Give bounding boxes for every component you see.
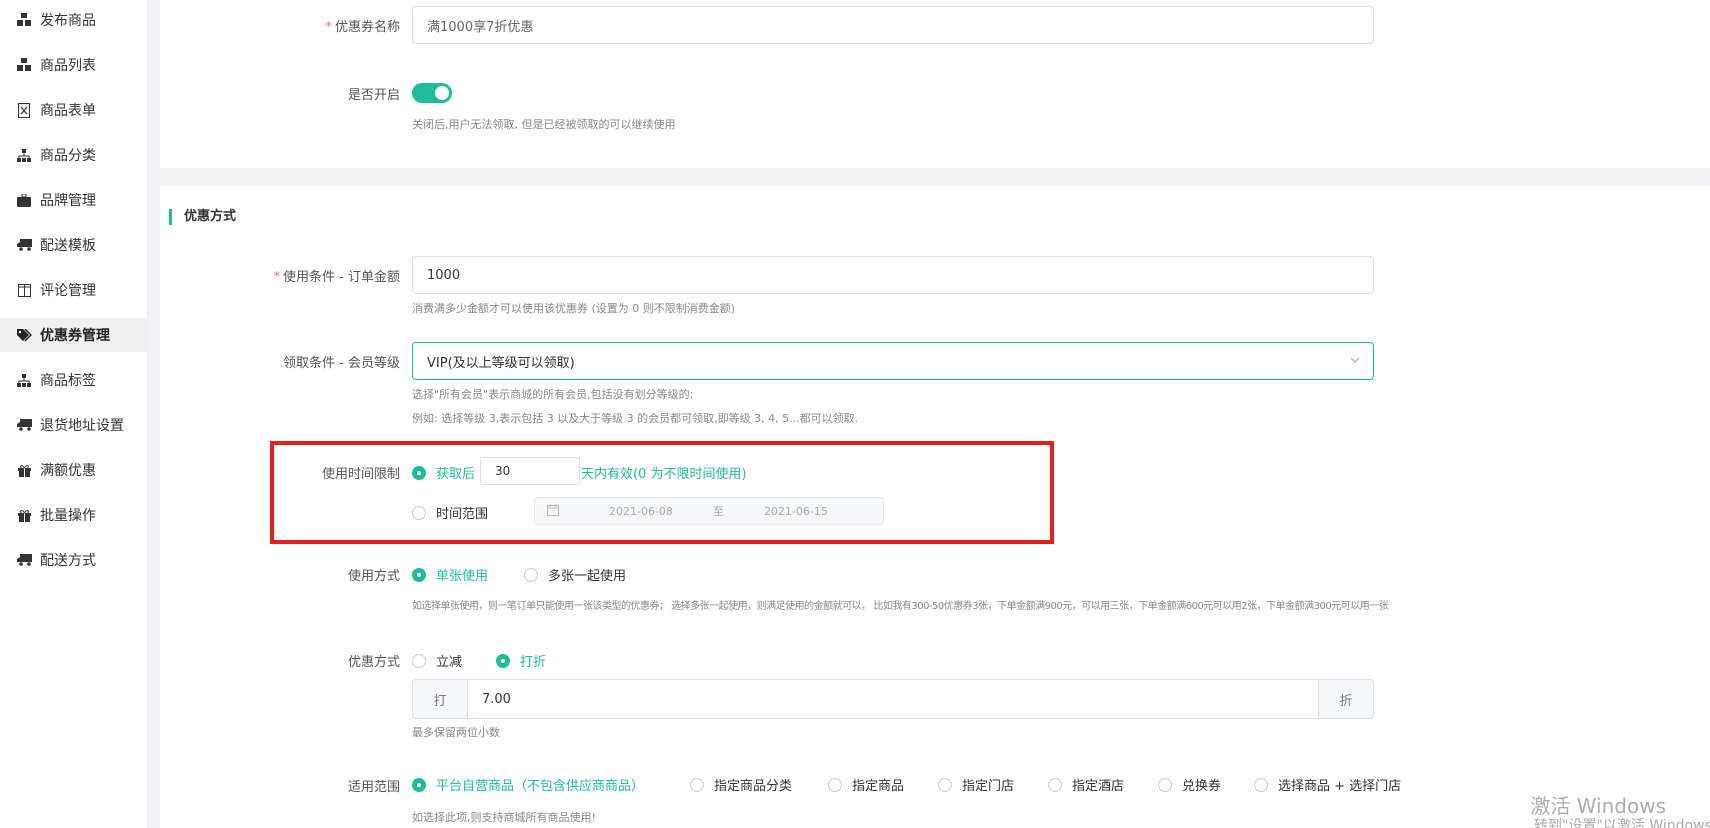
scope-option-store[interactable]: 指定门店	[938, 775, 1014, 794]
usage-mode-label: 使用方式	[347, 569, 400, 584]
usage-mode-help: 如选择单张使用，则一笔订单只能使用一张该类型的优惠券； 选择多张一起使用，则满足…	[412, 601, 1389, 612]
sidebar-item-goods-category[interactable]: 商品分类	[0, 138, 148, 172]
usage-multiple-radio[interactable]: 多张一起使用	[524, 565, 626, 584]
sidebar: 发布商品 商品列表 商品表单 商品分类 品牌管理 配送模板 评论管理 优惠券管理…	[0, 0, 148, 828]
member-level-help-2: 例如: 选择等级 3,表示包括 3 以及大于等级 3 的会员都可领取,即等级 3…	[412, 412, 859, 425]
date-range-picker[interactable]: 2021-06-08 至 2021-06-15	[534, 497, 884, 525]
scope-option-self-operated[interactable]: 平台自营商品（不包含供应商商品）	[412, 775, 644, 794]
sidebar-item-label: 评论管理	[40, 283, 96, 299]
time-limit-label: 使用时间限制	[321, 467, 400, 482]
sitemap-icon	[16, 147, 32, 163]
highlight-box	[270, 441, 1054, 544]
member-level-label: 领取条件 - 会员等级	[283, 356, 400, 371]
sidebar-item-coupon-management[interactable]: 优惠券管理	[0, 318, 148, 352]
sidebar-item-label: 批量操作	[40, 508, 96, 524]
section-title: 优惠方式	[169, 209, 236, 225]
excel-file-icon	[16, 102, 32, 118]
sidebar-item-label: 品牌管理	[40, 193, 96, 209]
time-limit-days-radio[interactable]: 获取后	[412, 463, 475, 482]
cubes-icon	[16, 57, 32, 73]
sidebar-item-label: 配送模板	[40, 238, 96, 254]
sidebar-item-return-address[interactable]: 退货地址设置	[0, 408, 148, 442]
sidebar-item-brand[interactable]: 品牌管理	[0, 183, 148, 217]
enable-toggle[interactable]	[412, 83, 452, 103]
scope-option-category[interactable]: 指定商品分类	[690, 775, 792, 794]
date-end: 2021-06-15	[763, 504, 828, 518]
mode-discount-radio[interactable]: 打折	[496, 651, 546, 670]
sidebar-item-label: 配送方式	[40, 553, 96, 569]
scope-help: 如选择此项,则支持商城所有商品使用!	[412, 811, 596, 824]
truck-icon	[16, 417, 32, 433]
date-separator: 至	[712, 505, 724, 518]
scope-label: 适用范围	[347, 780, 400, 795]
windows-watermark-sub: 转到"设置"以激活 Windows。	[1534, 818, 1710, 828]
sidebar-item-label: 商品分类	[40, 148, 96, 164]
sidebar-item-label: 商品列表	[40, 58, 96, 74]
scope-option-goods-and-store[interactable]: 选择商品 + 选择门店	[1254, 775, 1401, 794]
mode-reduce-radio[interactable]: 立减	[412, 651, 462, 670]
sidebar-item-comments[interactable]: 评论管理	[0, 273, 148, 307]
sidebar-item-publish-goods[interactable]: 发布商品	[0, 3, 148, 37]
member-level-select[interactable]: VIP(及以上等级可以领取)	[412, 342, 1374, 380]
enable-label: 是否开启	[347, 88, 400, 103]
sidebar-item-label: 发布商品	[40, 13, 96, 29]
sidebar-item-label: 退货地址设置	[40, 418, 124, 434]
sidebar-item-delivery-method[interactable]: 配送方式	[0, 543, 148, 577]
sitemap-icon	[16, 372, 32, 388]
sidebar-item-goods-tags[interactable]: 商品标签	[0, 363, 148, 397]
gift-icon	[16, 507, 32, 523]
gift-icon	[16, 462, 32, 478]
enable-help: 关闭后,用户无法领取, 但是已经被领取的可以继续使用	[412, 118, 676, 131]
sidebar-item-label: 优惠券管理	[40, 328, 110, 344]
coupon-name-input[interactable]: 满1000享7折优惠	[412, 6, 1374, 44]
discount-prefix: 打	[412, 679, 468, 719]
chevron-down-icon	[1349, 354, 1361, 370]
order-amount-input[interactable]: 1000	[412, 256, 1374, 294]
time-range-radio[interactable]: 时间范围	[412, 503, 488, 522]
scope-option-voucher[interactable]: 兑换券	[1158, 775, 1221, 794]
date-start: 2021-06-08	[609, 504, 673, 518]
sidebar-item-label: 商品标签	[40, 373, 96, 389]
scope-option-hotel[interactable]: 指定酒店	[1048, 775, 1124, 794]
columns-icon	[16, 282, 32, 298]
order-amount-help: 消费满多少金额才可以使用该优惠券 (设置为 0 则不限制消费金额)	[412, 302, 736, 315]
discount-help: 最多保留两位小数	[412, 726, 500, 739]
sidebar-item-label: 满额优惠	[40, 463, 96, 479]
days-suffix: 天内有效(0 为不限时间使用)	[581, 467, 747, 482]
order-amount-label: * 使用条件 - 订单金额	[273, 270, 400, 285]
calendar-icon	[547, 503, 559, 519]
coupon-name-label: * 优惠券名称	[325, 20, 400, 35]
sidebar-item-goods-form[interactable]: 商品表单	[0, 93, 148, 127]
sidebar-item-batch-operation[interactable]: 批量操作	[0, 498, 148, 532]
member-level-help-1: 选择"所有会员"表示商城的所有会员,包括没有划分等级的;	[412, 388, 694, 401]
sidebar-item-shipping-template[interactable]: 配送模板	[0, 228, 148, 262]
discount-suffix: 折	[1318, 679, 1374, 719]
sidebar-item-goods-list[interactable]: 商品列表	[0, 48, 148, 82]
briefcase-icon	[16, 192, 32, 208]
scope-option-goods[interactable]: 指定商品	[828, 775, 904, 794]
discount-value-input[interactable]: 7.00	[467, 679, 1319, 719]
truck-icon	[16, 237, 32, 253]
sidebar-item-full-discount[interactable]: 满额优惠	[0, 453, 148, 487]
cubes-icon	[16, 12, 32, 28]
discount-mode-label: 优惠方式	[347, 655, 400, 670]
truck-icon	[16, 552, 32, 568]
usage-single-radio[interactable]: 单张使用	[412, 565, 488, 584]
tags-icon	[16, 327, 32, 343]
sidebar-item-label: 商品表单	[40, 103, 96, 119]
days-input[interactable]: 30	[480, 457, 580, 485]
